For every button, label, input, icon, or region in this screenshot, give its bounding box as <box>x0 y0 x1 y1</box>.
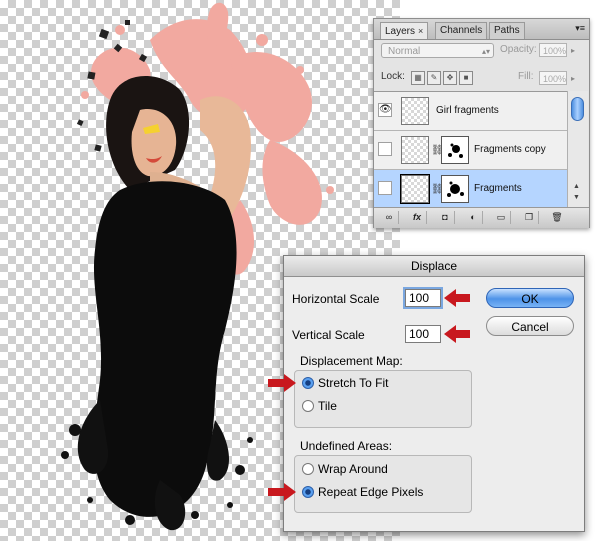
lock-position-icon[interactable]: ✥ <box>443 71 457 85</box>
lock-row: Lock: ▦ ✎ ✥ ■ Fill: 100% ▸ <box>378 69 585 87</box>
layer-mask-thumbnail[interactable] <box>441 136 469 164</box>
tab-layers[interactable]: Layers × <box>380 22 429 39</box>
layer-list: 👁 Girl fragments ⛓ Fragments copy ⛓ Frag… <box>374 91 567 209</box>
radio-label: Repeat Edge Pixels <box>318 485 424 499</box>
layer-list-scrollbar[interactable]: ▲ ▼ <box>567 91 588 207</box>
chevron-right-icon[interactable]: ▸ <box>571 46 575 55</box>
opacity-field[interactable]: 100% <box>539 43 567 57</box>
layer-name: Fragments <box>474 183 522 194</box>
group-icon[interactable]: ▭ <box>492 211 511 224</box>
layers-bottom-toolbar: ∞ fx ◘ ◐ ▭ ❐ 🗑 <box>374 207 589 228</box>
layer-name: Fragments copy <box>474 144 546 155</box>
radio-repeat-edge-pixels[interactable]: Repeat Edge Pixels <box>302 485 423 499</box>
visibility-toggle[interactable] <box>378 181 392 195</box>
vertical-scale-input[interactable] <box>405 325 441 343</box>
red-arrow-icon <box>268 374 296 392</box>
radio-wrap-around[interactable]: Wrap Around <box>302 462 388 476</box>
layer-mask-thumbnail[interactable] <box>441 175 469 203</box>
vertical-scale-label: Vertical Scale <box>292 328 365 342</box>
new-layer-icon[interactable]: ❐ <box>520 211 539 224</box>
red-arrow-icon <box>268 483 296 501</box>
panel-menu-icon[interactable]: ▾≡ <box>575 23 585 34</box>
chevron-right-icon[interactable]: ▸ <box>571 74 575 83</box>
red-arrow-icon <box>444 325 470 343</box>
red-arrow-icon <box>444 289 470 307</box>
layer-row-fragments[interactable]: ⛓ Fragments <box>374 170 567 209</box>
layer-name: Girl fragments <box>436 105 499 116</box>
tab-channels-label: Channels <box>440 25 483 36</box>
layer-row-fragments-copy[interactable]: ⛓ Fragments copy <box>374 131 567 170</box>
tab-paths-label: Paths <box>494 25 520 36</box>
scroll-down-icon[interactable]: ▼ <box>573 194 580 201</box>
tab-channels[interactable]: Channels <box>435 22 488 39</box>
mask-icon[interactable]: ◘ <box>436 211 455 224</box>
fill-label: Fill: <box>518 71 534 82</box>
radio-tile[interactable]: Tile <box>302 399 337 413</box>
layer-thumbnail <box>401 136 429 164</box>
layers-panel: Layers × Channels Paths ▾≡ Normal ▴▾ Opac… <box>373 18 590 228</box>
radio-button-icon[interactable] <box>302 400 314 412</box>
layer-row-girl-fragments[interactable]: 👁 Girl fragments <box>374 92 567 131</box>
horizontal-scale-label: Horizontal Scale <box>292 292 380 306</box>
mask-shape-icon <box>447 181 464 197</box>
layer-thumbnail <box>400 174 430 204</box>
opacity-value: 100% <box>543 46 567 56</box>
trash-icon[interactable]: 🗑 <box>548 211 566 224</box>
layer-thumbnail <box>401 97 429 125</box>
visibility-eye-icon[interactable]: 👁 <box>378 103 392 117</box>
close-icon[interactable]: × <box>418 26 423 36</box>
displacement-map-label: Displacement Map: <box>300 354 403 368</box>
visibility-toggle[interactable] <box>378 142 392 156</box>
mask-shape-icon <box>448 143 463 158</box>
opacity-label: Opacity: <box>500 44 537 55</box>
lock-transparent-icon[interactable]: ▦ <box>411 71 425 85</box>
scroll-up-icon[interactable]: ▲ <box>573 183 580 190</box>
tab-layers-label: Layers <box>385 26 416 37</box>
link-icon[interactable]: ∞ <box>380 211 399 224</box>
displace-dialog: Displace Horizontal Scale Vertical Scale… <box>268 255 585 532</box>
fx-icon[interactable]: fx <box>408 211 427 224</box>
radio-label: Wrap Around <box>318 462 388 476</box>
tab-paths[interactable]: Paths <box>489 22 525 39</box>
adjustment-icon[interactable]: ◐ <box>464 211 483 224</box>
radio-label: Stretch To Fit <box>318 376 389 390</box>
blend-mode-select[interactable]: Normal ▴▾ <box>381 43 494 58</box>
lock-all-icon[interactable]: ■ <box>459 71 473 85</box>
radio-stretch-to-fit[interactable]: Stretch To Fit <box>302 376 388 390</box>
blend-row: Normal ▴▾ Opacity: 100% ▸ <box>378 43 585 61</box>
scrollbar-thumb[interactable] <box>571 97 584 121</box>
ok-button[interactable]: OK <box>486 288 574 308</box>
radio-button-icon[interactable] <box>302 486 314 498</box>
panel-tabs: Layers × Channels Paths ▾≡ <box>374 19 589 40</box>
dialog-title: Displace <box>284 256 584 277</box>
horizontal-scale-input[interactable] <box>405 289 441 307</box>
radio-button-icon[interactable] <box>302 463 314 475</box>
lock-image-icon[interactable]: ✎ <box>427 71 441 85</box>
radio-label: Tile <box>318 399 337 413</box>
undefined-areas-label: Undefined Areas: <box>300 439 393 453</box>
fill-field[interactable]: 100% <box>539 71 567 85</box>
stepper-arrows-icon: ▴▾ <box>481 47 490 56</box>
radio-button-icon[interactable] <box>302 377 314 389</box>
fill-value: 100% <box>543 74 567 84</box>
cancel-button[interactable]: Cancel <box>486 316 574 336</box>
blend-mode-value: Normal <box>388 46 421 57</box>
lock-label: Lock: <box>381 71 405 82</box>
